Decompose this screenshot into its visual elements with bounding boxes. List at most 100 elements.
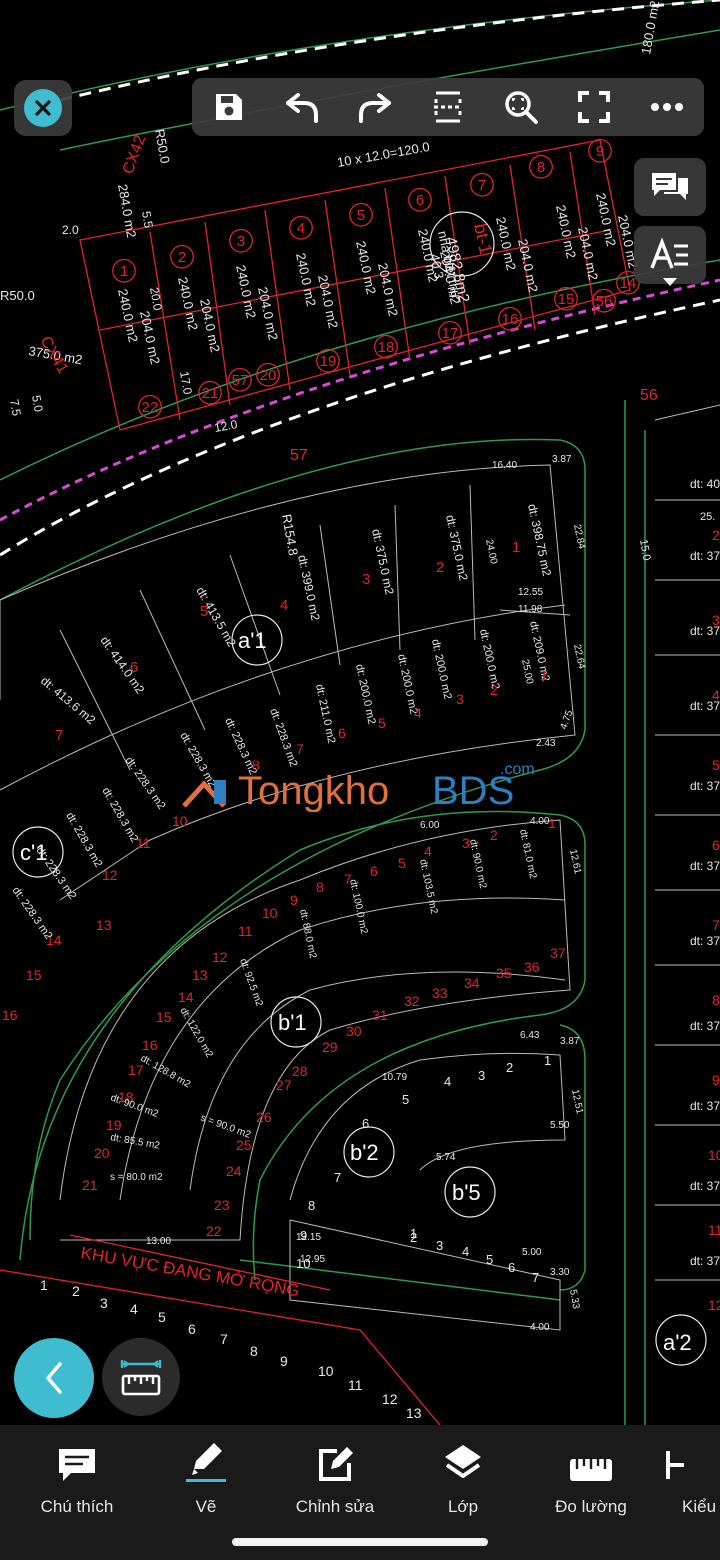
a1-lot-number: 7 [55, 727, 63, 744]
a1-lot-number-lower: 7 [296, 741, 304, 757]
b-lot-area: dt: 81.0 m2 [517, 828, 538, 880]
a1-dimension: 16.40 [492, 460, 517, 471]
bt1-dimension: 2.0 [62, 223, 79, 237]
a1-lot-number: 2 [436, 559, 444, 576]
measure-button[interactable] [102, 1338, 180, 1416]
close-button[interactable] [14, 80, 72, 136]
map-pin-56: 56 [640, 387, 658, 404]
right-lot-area: dt: 375. [690, 1179, 720, 1193]
b1-lot-number: 20 [94, 1145, 110, 1161]
undo-button[interactable] [274, 79, 330, 135]
b-lot-area: dt: 92.5 m2 [237, 957, 265, 1008]
b-lot-area: dt: 90.0 m2 [467, 838, 488, 890]
b1-lot-number: 16 [142, 1037, 158, 1053]
bt1-lot-number-bottom: 22 [142, 399, 159, 416]
a1-lot-number-lower: 12 [102, 867, 118, 883]
a1-lot-number: 4 [280, 597, 288, 614]
a1-lot-area-lower: dt: 200.0 m2 [429, 638, 453, 700]
a1-lot-area: dt: 375.0 m2 [443, 514, 471, 582]
bottom-lot-number: 3 [100, 1295, 108, 1311]
zoom-button[interactable] [493, 79, 549, 135]
a1-lot-number: 1 [512, 539, 520, 556]
save-button[interactable] [201, 79, 257, 135]
b-dimension: 5.00 [522, 1247, 542, 1258]
a1-dimension: 4.75 [558, 709, 575, 731]
undo-icon [285, 93, 318, 123]
b2-lot-number: 7 [532, 1270, 539, 1285]
bt1-lot-number: 4 [297, 220, 305, 237]
tab-layers[interactable]: Lớp [408, 1439, 518, 1529]
cad-drawing-canvas[interactable]: 180.0 m2 10 x 12.0=120.0 R50.0 R50.0 R15… [0, 0, 720, 1425]
right-dimension: 25. [700, 511, 715, 523]
map-r154: R154.8 [279, 513, 301, 557]
bt1-lot-number: 8 [537, 159, 545, 176]
fullscreen-button[interactable] [566, 79, 622, 135]
layers-icon [445, 1445, 481, 1478]
bt1-lot-number: 9 [596, 143, 604, 160]
home-indicator[interactable] [232, 1538, 488, 1546]
bt1-lot-number: 3 [237, 233, 245, 250]
a1-lot-number-lower: 3 [456, 691, 464, 707]
a1-lot-number-lower: 2 [490, 682, 498, 698]
a1-lot-number-lower: 6 [338, 725, 346, 741]
bottom-lot-number: 9 [280, 1353, 288, 1369]
bt1-lot-number-bottom: 16 [502, 311, 519, 328]
bt1-lot-number-bottom: 17 [442, 325, 459, 342]
right-lot-number: 12 [708, 1297, 720, 1313]
comments-button[interactable] [634, 158, 706, 216]
b-dimension: 6.00 [420, 820, 440, 831]
tab-style[interactable]: Kiểu [664, 1439, 720, 1529]
right-lot-number: 3 [712, 612, 720, 628]
b1-lot-number: 4 [424, 843, 432, 859]
b2-lot-number: 7 [334, 1170, 341, 1185]
bt1-dimension: 17.0 [177, 370, 195, 396]
b-lot-area: dt: 103.5 m2 [417, 858, 439, 915]
a1-lot-area: dt: 399.0 m2 [295, 554, 323, 622]
bottom-lot-number: 12 [382, 1391, 398, 1407]
b2-lot-number: 5 [486, 1252, 493, 1267]
back-button[interactable] [14, 1338, 94, 1418]
tab-draw[interactable]: Vẽ [151, 1439, 261, 1529]
b2-lot-number: 8 [308, 1198, 315, 1213]
bt1-dimension: 12.0 [213, 417, 239, 435]
b-lot-area: dt: 122.0 m2 [177, 1006, 215, 1060]
edit-icon [319, 1447, 353, 1481]
bt1-lot-number-bottom: 21 [202, 385, 219, 402]
bt1-lot-number-bottom: 18 [378, 339, 395, 356]
text-style-button[interactable] [634, 226, 706, 286]
tab-edit[interactable]: Chỉnh sửa [280, 1439, 390, 1529]
bt1-lot-number-bottom: 15 [558, 291, 575, 308]
map-a1-name: a'1 [238, 628, 267, 653]
map-b2-name: b'2 [350, 1140, 379, 1165]
a1-lot-number-lower: 1 [540, 667, 548, 683]
b1-lot-number: 9 [290, 892, 298, 908]
redo-button[interactable] [347, 79, 403, 135]
bt1-dimension: 5.0 [29, 394, 46, 413]
redo-icon [358, 93, 391, 123]
more-button[interactable] [639, 79, 695, 135]
b1-lot-number: 8 [316, 879, 324, 895]
tab-annotation[interactable]: Chú thích [22, 1439, 132, 1529]
bt1-lot-number-bottom: 19 [320, 353, 337, 370]
a1-lot-number-lower: 13 [96, 917, 112, 933]
b1-lot-number: 12 [212, 949, 228, 965]
a1-lot-number-lower: 10 [172, 813, 188, 829]
map-r50-b: R50.0 [0, 288, 35, 303]
b1-lot-number: 31 [372, 1007, 388, 1023]
tab-measure[interactable]: Đo lường [536, 1439, 646, 1529]
b-lot-area: s = 80.0 m2 [110, 1172, 163, 1183]
b2-lot-number: 3 [436, 1238, 443, 1253]
a1-dimension: 12.55 [518, 587, 543, 598]
bt1-lot-area: 240.0 m2 [493, 216, 519, 272]
right-lot-area: dt: 375. [690, 779, 720, 793]
bt1-lot-number-bottom: 56 [596, 293, 613, 310]
a1-lot-area-lower: dt: 200.0 m2 [353, 663, 377, 725]
bt1-lot-area: 240.0 m2 [233, 264, 259, 320]
fit-width-button[interactable] [420, 79, 476, 135]
b1-lot-number: 14 [178, 989, 194, 1005]
bt1-lot-number: 2 [178, 249, 186, 266]
b1-lot-number: 22 [206, 1223, 222, 1239]
a1-dimension: 3.87 [552, 454, 572, 465]
a1-dimension: 25.00 [519, 658, 535, 685]
bt1-lot-area: 240.0 m2 [553, 204, 579, 260]
